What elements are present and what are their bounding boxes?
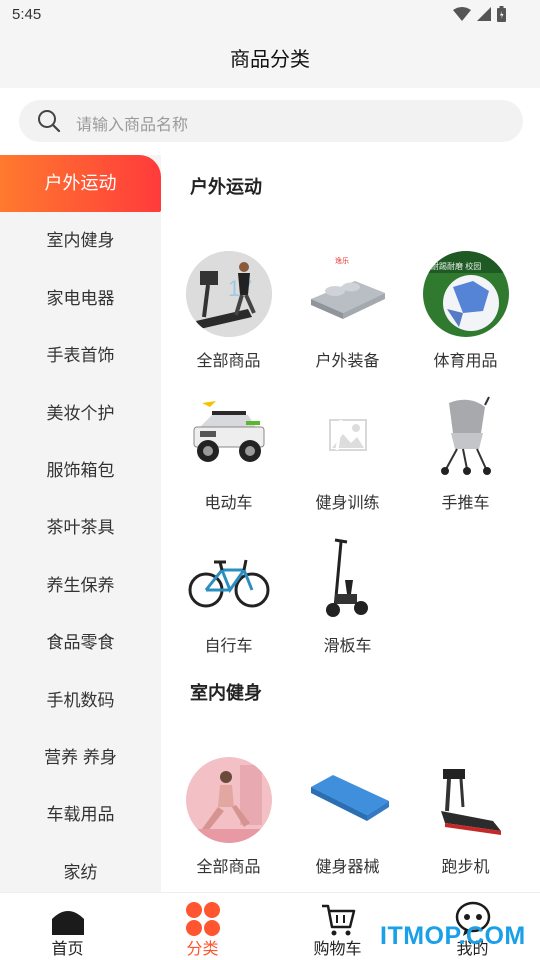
category-label: 自行车 bbox=[204, 638, 253, 655]
sidebar-item-food-snacks[interactable]: 食品零食 bbox=[0, 614, 161, 671]
category-label: 电动车 bbox=[204, 495, 253, 512]
tab-category-label: 分类 bbox=[186, 941, 219, 958]
category-sidebar: 户外运动 室内健身 家电电器 手表首饰 美妆个护 服饰箱包 茶叶茶具 养生保养 … bbox=[0, 155, 161, 892]
status-time: 5:45 bbox=[12, 6, 42, 23]
yoga-mat-image bbox=[305, 757, 391, 843]
bicycle-image bbox=[186, 536, 272, 622]
category-cell[interactable]: 17 全部商品 bbox=[169, 251, 288, 371]
category-label: 跑步机 bbox=[441, 859, 490, 876]
category-cell[interactable]: 滑板车 bbox=[288, 536, 407, 656]
status-icons bbox=[453, 6, 506, 22]
yoga-image bbox=[185, 757, 272, 843]
search-input[interactable]: 请输入商品名称 bbox=[19, 100, 523, 142]
category-cell[interactable]: 逸乐 户外装备 bbox=[288, 251, 407, 371]
category-label: 滑板车 bbox=[323, 638, 372, 655]
search-area: 请输入商品名称 bbox=[0, 88, 540, 155]
toy-jeep-image bbox=[186, 393, 272, 479]
category-cell[interactable]: 健身训练 bbox=[288, 393, 407, 513]
sidebar-item-beauty-care[interactable]: 美妆个护 bbox=[0, 385, 161, 442]
soccer-ball-image: 耐踢耐磨 校园 bbox=[422, 251, 509, 337]
section-title-indoor-fitness: 室内健身 bbox=[190, 683, 262, 703]
category-label: 手推车 bbox=[441, 495, 490, 512]
sidebar-item-car-accessories[interactable]: 车载用品 bbox=[0, 786, 161, 843]
category-label: 全部商品 bbox=[196, 859, 261, 876]
sidebar-item-apparel-bags[interactable]: 服饰箱包 bbox=[0, 442, 161, 499]
air-mattress-image: 逸乐 bbox=[305, 251, 391, 337]
sidebar-item-indoor-fitness[interactable]: 室内健身 bbox=[0, 212, 161, 269]
section-title-outdoor-sports: 户外运动 bbox=[190, 177, 262, 197]
sidebar-item-home-textiles[interactable]: 家纺 bbox=[0, 844, 161, 892]
page-title: 商品分类 bbox=[230, 49, 310, 71]
category-cell[interactable]: 跑步机 bbox=[406, 757, 525, 877]
signal-icon bbox=[477, 7, 491, 21]
svg-text:逸乐: 逸乐 bbox=[335, 256, 349, 265]
category-cell[interactable]: 全部商品 bbox=[169, 757, 288, 877]
category-label: 健身器械 bbox=[315, 859, 380, 876]
tab-home[interactable]: 首页 bbox=[0, 893, 135, 960]
category-cell[interactable]: 自行车 bbox=[169, 536, 288, 656]
category-label: 体育用品 bbox=[433, 353, 498, 370]
scooter-image bbox=[305, 536, 391, 622]
home-icon bbox=[52, 911, 84, 935]
title-bar: 商品分类 bbox=[0, 32, 540, 88]
cart-icon bbox=[322, 904, 356, 936]
category-cell[interactable]: 电动车 bbox=[169, 393, 288, 513]
category-icon bbox=[186, 902, 220, 936]
watermark: ITMOP.COM bbox=[380, 922, 526, 950]
category-cell[interactable]: 耐踢耐磨 校园 体育用品 bbox=[406, 251, 525, 371]
sidebar-item-health-care[interactable]: 养生保养 bbox=[0, 557, 161, 614]
sidebar-item-watches-jewelry[interactable]: 手表首饰 bbox=[0, 327, 161, 384]
svg-text:耐踢耐磨 校园: 耐踢耐磨 校园 bbox=[431, 261, 481, 271]
sidebar-item-nutrition[interactable]: 营养 养身 bbox=[0, 729, 161, 786]
search-placeholder: 请输入商品名称 bbox=[76, 117, 189, 134]
category-label: 全部商品 bbox=[196, 353, 261, 370]
treadmill-image bbox=[423, 757, 509, 843]
category-cell[interactable]: 健身器械 bbox=[288, 757, 407, 877]
tab-home-label: 首页 bbox=[51, 941, 84, 958]
treadmill-image: 17 bbox=[185, 251, 272, 337]
category-cell[interactable]: 手推车 bbox=[406, 393, 525, 513]
sidebar-item-phones-digital[interactable]: 手机数码 bbox=[0, 672, 161, 729]
search-icon bbox=[38, 110, 61, 133]
sidebar-item-outdoor-sports[interactable]: 户外运动 bbox=[0, 155, 161, 213]
sidebar-item-appliances[interactable]: 家电电器 bbox=[0, 270, 161, 327]
tab-category[interactable]: 分类 bbox=[135, 893, 270, 960]
wifi-icon bbox=[453, 7, 471, 21]
category-label: 户外装备 bbox=[315, 353, 380, 370]
stroller-image bbox=[423, 393, 509, 479]
battery-icon bbox=[497, 6, 506, 22]
image-placeholder-icon bbox=[305, 393, 391, 479]
status-bar: 5:45 bbox=[0, 0, 540, 32]
sidebar-item-tea[interactable]: 茶叶茶具 bbox=[0, 499, 161, 556]
category-label: 健身训练 bbox=[315, 495, 380, 512]
category-content: 户外运动 17 全部商品 逸乐 bbox=[161, 155, 540, 892]
